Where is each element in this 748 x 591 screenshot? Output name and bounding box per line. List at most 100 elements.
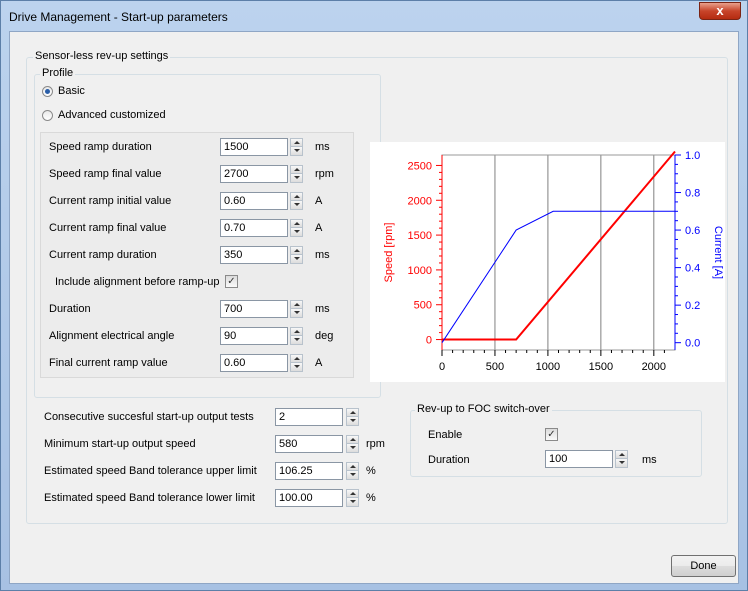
spin-up-icon[interactable] (291, 139, 302, 147)
current-ramp-final-value-label: Current ramp final value (49, 222, 167, 234)
done-button[interactable]: Done (671, 555, 736, 577)
speed-ramp-final-value-label: Speed ramp final value (49, 168, 162, 180)
spin-up-icon[interactable] (291, 193, 302, 201)
x-tick-label: 1000 (536, 361, 560, 373)
current-ramp-final-value-unit: A (315, 222, 323, 234)
speed-tick-label: 1000 (408, 265, 432, 277)
minimum-startup-speed-label: Minimum start-up output speed (44, 438, 196, 450)
spin-down-icon[interactable] (616, 459, 627, 467)
window-title: Drive Management - Start-up parameters (9, 10, 228, 24)
spin-up-icon[interactable] (347, 409, 358, 417)
band-tolerance-lower-label: Estimated speed Band tolerance lower lim… (44, 492, 255, 504)
title-bar[interactable]: Drive Management - Start-up parameters x (1, 1, 747, 31)
spin-up-icon[interactable] (347, 436, 358, 444)
alignment-duration-spinner[interactable] (290, 300, 303, 318)
spin-up-icon[interactable] (616, 451, 627, 459)
spin-up-icon[interactable] (291, 355, 302, 363)
speed-ramp-final-value-field[interactable]: 2700 (220, 165, 288, 183)
consecutive-tests-label: Consecutive succesful start-up output te… (44, 411, 254, 423)
x-tick-label: 500 (486, 361, 504, 373)
x-tick-label: 1500 (589, 361, 613, 373)
foc-duration-unit: ms (642, 454, 657, 466)
current-ramp-final-value-spinner[interactable] (290, 219, 303, 237)
include-alignment-label: Include alignment before ramp-up (55, 276, 220, 288)
foc-duration-field[interactable]: 100 (545, 450, 613, 468)
sensorless-revup-group-label: Sensor-less rev-up settings (33, 50, 171, 62)
band-tolerance-lower-field[interactable]: 100.00 (275, 489, 343, 507)
close-icon: x (716, 3, 724, 18)
spin-up-icon[interactable] (291, 220, 302, 228)
current-ramp-initial-value-field[interactable]: 0.60 (220, 192, 288, 210)
spin-up-icon[interactable] (291, 301, 302, 309)
final-current-ramp-value-unit: A (315, 357, 323, 369)
alignment-electrical-angle-field[interactable]: 90 (220, 327, 288, 345)
spin-down-icon[interactable] (347, 444, 358, 452)
final-current-ramp-value-field[interactable]: 0.60 (220, 354, 288, 372)
spin-down-icon[interactable] (291, 363, 302, 371)
current-tick-label: 0.8 (685, 188, 700, 200)
speed-ramp-duration-spinner[interactable] (290, 138, 303, 156)
foc-enable-checkbox[interactable]: ✓ (545, 428, 558, 441)
current-tick-label: 0.4 (685, 263, 700, 275)
band-tolerance-lower-unit: % (366, 492, 376, 504)
current-ramp-duration-label: Current ramp duration (49, 249, 157, 261)
alignment-electrical-angle-spinner[interactable] (290, 327, 303, 345)
current-ramp-duration-field[interactable]: 350 (220, 246, 288, 264)
profile-group-label: Profile (40, 67, 76, 79)
speed-ramp-duration-field[interactable]: 1500 (220, 138, 288, 156)
x-tick-label: 2000 (642, 361, 666, 373)
spin-down-icon[interactable] (347, 417, 358, 425)
current-ramp-initial-value-unit: A (315, 195, 323, 207)
spin-down-icon[interactable] (291, 174, 302, 182)
spin-up-icon[interactable] (291, 247, 302, 255)
spin-down-icon[interactable] (291, 147, 302, 155)
spin-up-icon[interactable] (291, 328, 302, 336)
spin-down-icon[interactable] (291, 336, 302, 344)
consecutive-tests-field[interactable]: 2 (275, 408, 343, 426)
dialog-window: Drive Management - Start-up parameters x… (0, 0, 748, 591)
current-ramp-duration-unit: ms (315, 249, 330, 261)
spin-up-icon[interactable] (347, 490, 358, 498)
advanced-customized-radio-label: Advanced customized (58, 109, 166, 121)
foc-duration-spinner[interactable] (615, 450, 628, 468)
current-tick-label: 1.0 (685, 150, 700, 162)
spin-down-icon[interactable] (291, 201, 302, 209)
speed-tick-label: 500 (414, 300, 432, 312)
basic-radio[interactable] (42, 86, 53, 97)
band-tolerance-upper-spinner[interactable] (346, 462, 359, 480)
band-tolerance-upper-field[interactable]: 106.25 (275, 462, 343, 480)
foc-switchover-group-label: Rev-up to FOC switch-over (415, 403, 552, 415)
checkmark-icon: ✓ (227, 276, 236, 287)
close-button[interactable]: x (699, 2, 741, 20)
minimum-startup-speed-field[interactable]: 580 (275, 435, 343, 453)
speed-tick-label: 2500 (408, 160, 432, 172)
spin-down-icon[interactable] (347, 471, 358, 479)
spin-down-icon[interactable] (347, 498, 358, 506)
spin-down-icon[interactable] (291, 309, 302, 317)
x-tick-label: 0 (439, 361, 445, 373)
final-current-ramp-value-label: Final current ramp value (49, 357, 168, 369)
spin-up-icon[interactable] (347, 463, 358, 471)
band-tolerance-upper-label: Estimated speed Band tolerance upper lim… (44, 465, 257, 477)
spin-down-icon[interactable] (291, 228, 302, 236)
spin-down-icon[interactable] (291, 255, 302, 263)
consecutive-tests-spinner[interactable] (346, 408, 359, 426)
current-axis-title: Current [A] (712, 226, 724, 279)
spin-up-icon[interactable] (291, 166, 302, 174)
speed-tick-label: 2000 (408, 195, 432, 207)
alignment-duration-field[interactable]: 700 (220, 300, 288, 318)
speed-ramp-final-value-spinner[interactable] (290, 165, 303, 183)
advanced-customized-radio[interactable] (42, 110, 53, 121)
alignment-duration-unit: ms (315, 303, 330, 315)
current-ramp-final-value-field[interactable]: 0.70 (220, 219, 288, 237)
dialog-client-area: Sensor-less rev-up settings Profile Basi… (9, 31, 739, 584)
minimum-startup-speed-spinner[interactable] (346, 435, 359, 453)
foc-duration-label: Duration (428, 454, 470, 466)
current-ramp-duration-spinner[interactable] (290, 246, 303, 264)
minimum-startup-speed-unit: rpm (366, 438, 385, 450)
current-ramp-initial-value-spinner[interactable] (290, 192, 303, 210)
alignment-electrical-angle-label: Alignment electrical angle (49, 330, 175, 342)
include-alignment-checkbox[interactable]: ✓ (225, 275, 238, 288)
band-tolerance-lower-spinner[interactable] (346, 489, 359, 507)
final-current-ramp-value-spinner[interactable] (290, 354, 303, 372)
